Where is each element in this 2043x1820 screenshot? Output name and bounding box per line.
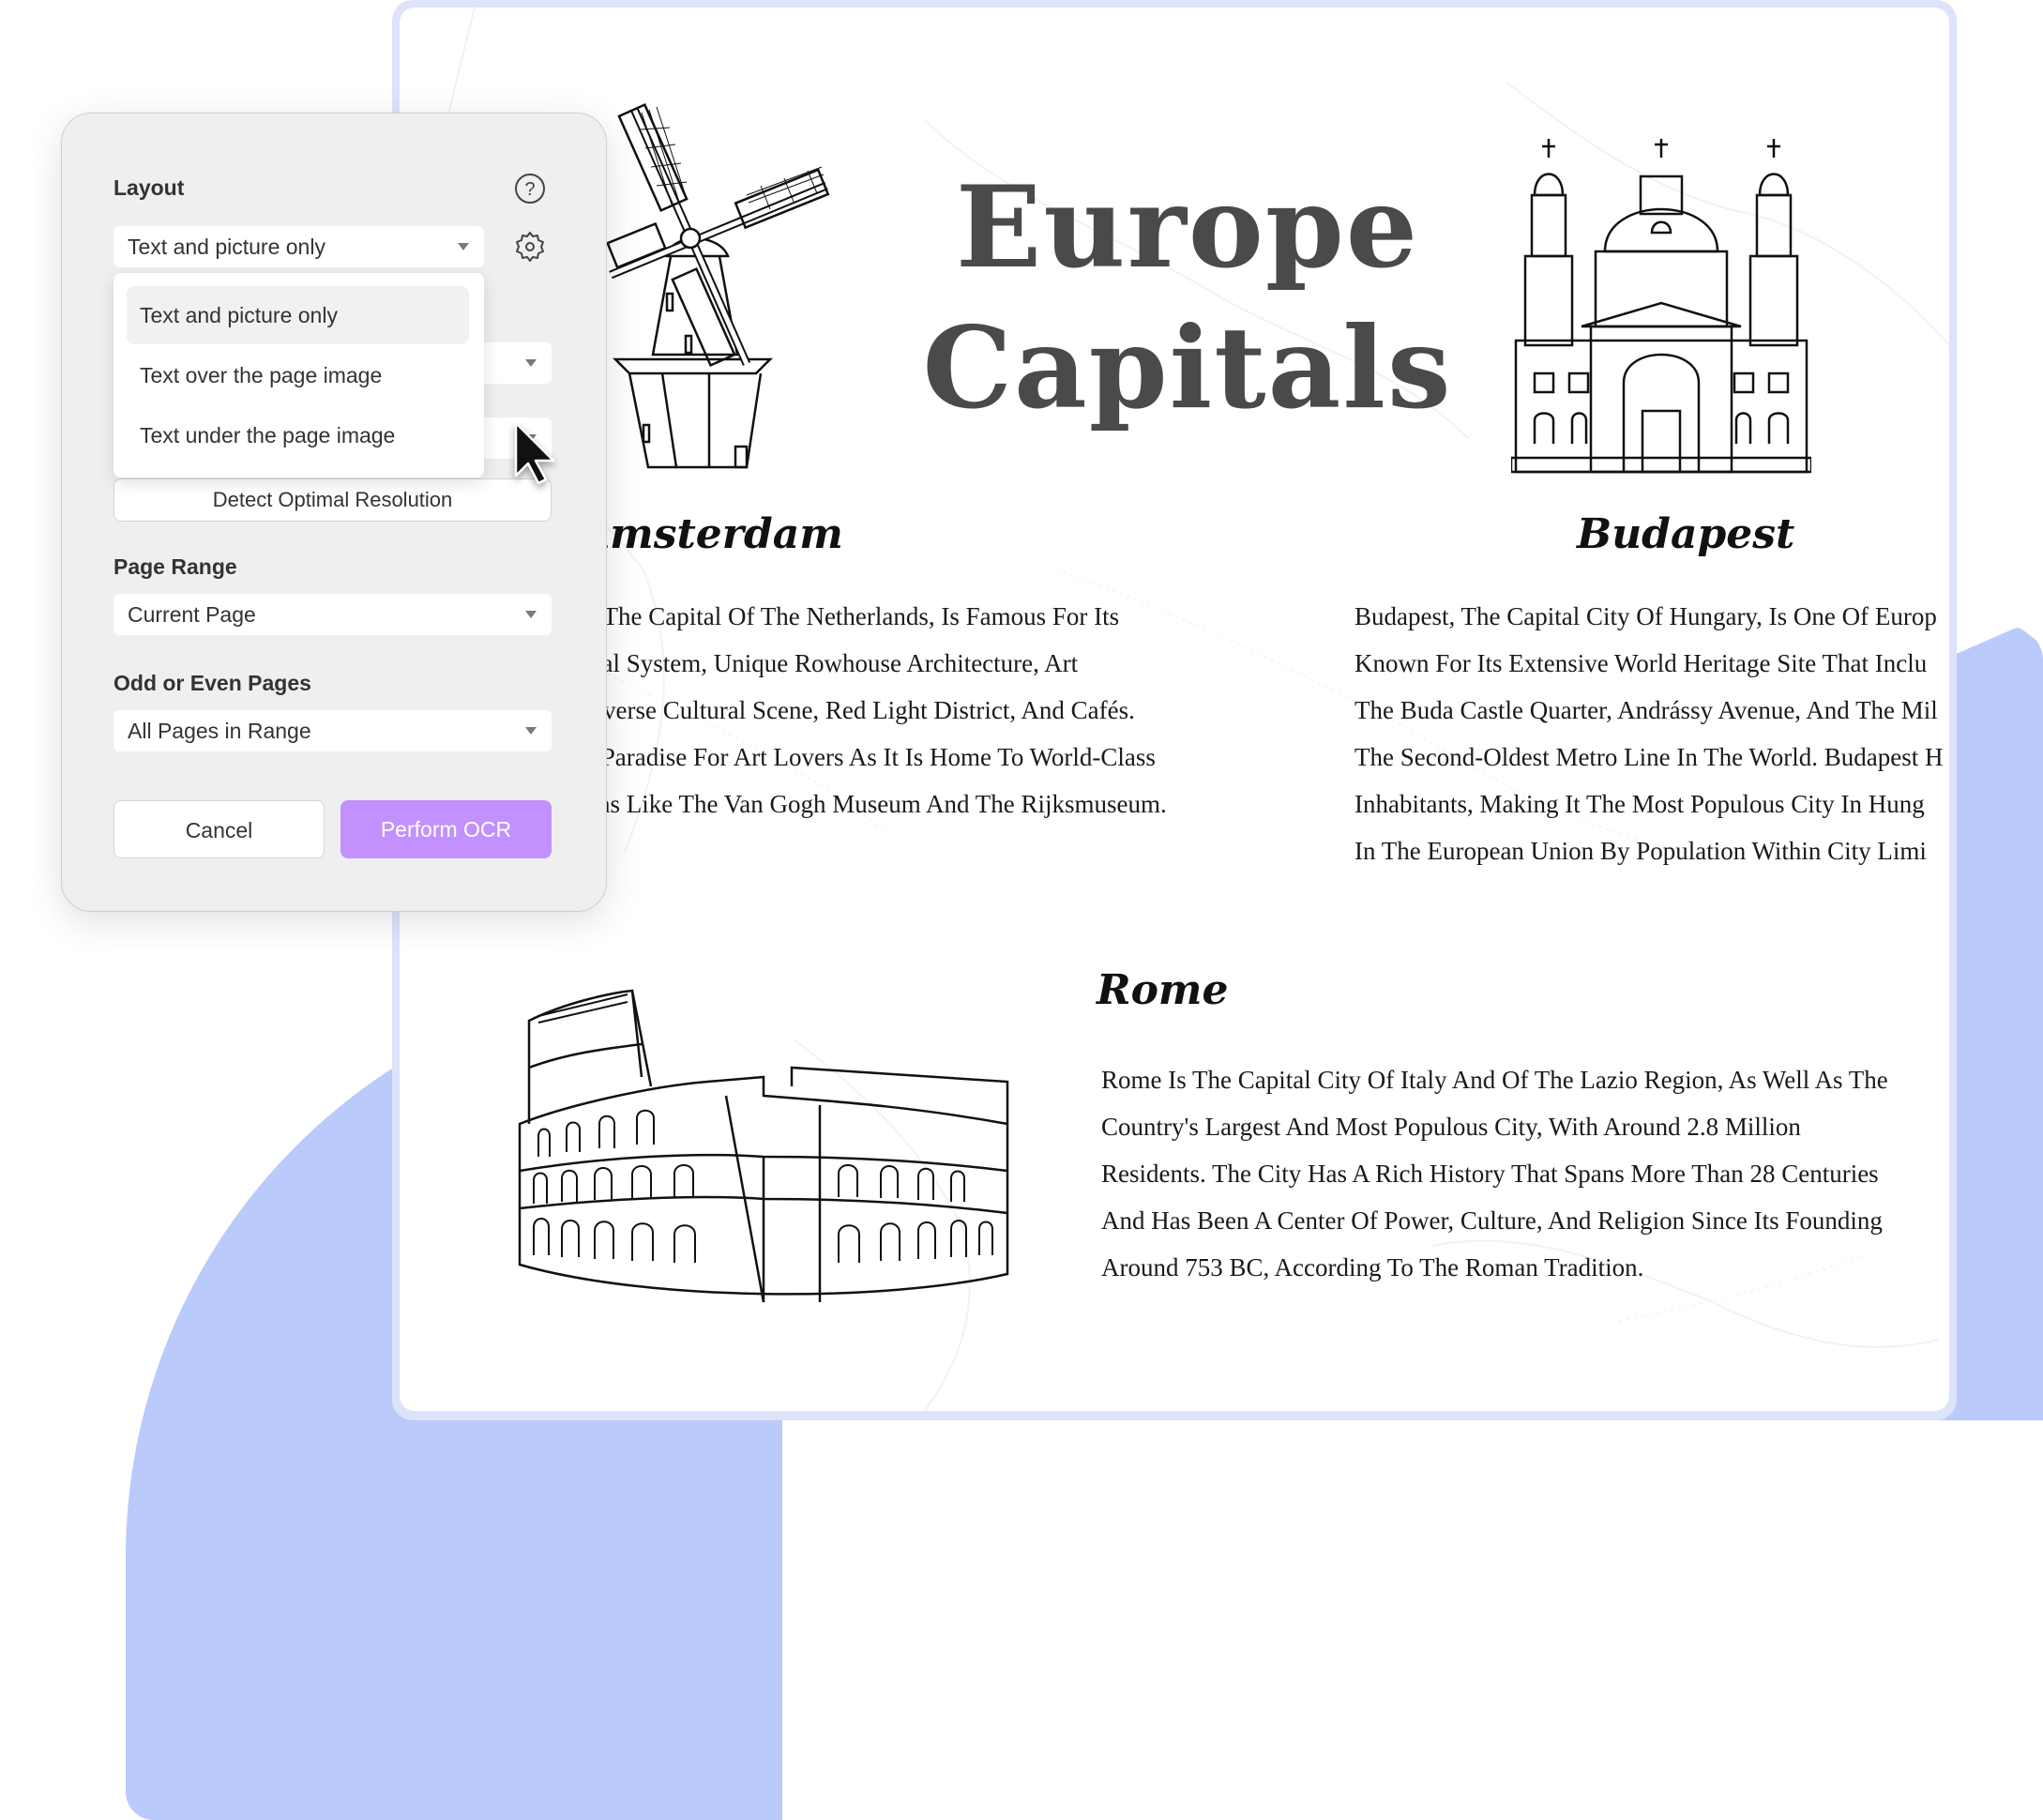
paragraph-line: anal System, Unique Rowhouse Architectur… xyxy=(578,649,1079,677)
page-range-value: Current Page xyxy=(128,602,256,627)
title-line-2: Capitals xyxy=(922,302,1453,434)
odd-even-value: All Pages in Range xyxy=(128,719,311,743)
paragraph-line: The Buda Castle Quarter, Andrássy Avenue… xyxy=(1354,696,1938,724)
paragraph-amsterdam: n, The Capital Of The Netherlands, Is Fa… xyxy=(578,593,1167,827)
windmill-illustration xyxy=(606,103,830,469)
heading-amsterdam: Amsterdam xyxy=(578,510,843,558)
paragraph-line: Residents. The City Has A Rich History T… xyxy=(1101,1160,1879,1188)
layout-select[interactable]: Text and picture only xyxy=(114,226,484,267)
basilica-illustration xyxy=(1511,139,1811,474)
chevron-down-icon xyxy=(525,727,537,735)
layout-option-text-under-image[interactable]: Text under the page image xyxy=(127,406,469,464)
page-range-label: Page Range xyxy=(114,554,237,579)
title-line-1: Europe xyxy=(955,161,1420,294)
paragraph-line: Country's Largest And Most Populous City… xyxy=(1101,1113,1801,1141)
paragraph-budapest: Budapest, The Capital City Of Hungary, I… xyxy=(1354,593,1943,874)
chevron-down-icon xyxy=(525,611,537,618)
paragraph-line: Budapest, The Capital City Of Hungary, I… xyxy=(1354,602,1937,630)
document-page: Europe Capitals Amsterdam n, The Capital… xyxy=(400,8,1949,1411)
svg-text:?: ? xyxy=(524,179,535,200)
colosseum-illustration xyxy=(518,989,1009,1303)
paragraph-line: Inhabitants, Making It The Most Populous… xyxy=(1354,790,1925,818)
odd-even-label: Odd or Even Pages xyxy=(114,671,311,695)
question-circle-icon[interactable]: ? xyxy=(513,172,547,205)
gear-icon[interactable] xyxy=(513,230,547,264)
detect-optimal-resolution-button[interactable]: Detect Optimal Resolution xyxy=(114,478,552,522)
paragraph-line: Rome Is The Capital City Of Italy And Of… xyxy=(1101,1066,1888,1094)
mouse-cursor-icon xyxy=(514,421,555,485)
chevron-down-icon xyxy=(525,359,537,367)
paragraph-line: ions Like The Van Gogh Museum And The Ri… xyxy=(578,790,1167,818)
cancel-button[interactable]: Cancel xyxy=(114,800,325,858)
heading-rome: Rome xyxy=(1097,966,1229,1014)
layout-select-value: Text and picture only xyxy=(128,235,325,259)
paragraph-line: A Paradise For Art Lovers As It Is Home … xyxy=(578,743,1156,771)
paragraph-line: Around 753 BC, According To The Roman Tr… xyxy=(1101,1253,1644,1282)
paragraph-line: n, The Capital Of The Netherlands, Is Fa… xyxy=(578,602,1120,630)
heading-budapest: Budapest xyxy=(1577,510,1795,558)
paragraph-rome: Rome Is The Capital City Of Italy And Of… xyxy=(1101,1056,1888,1291)
perform-ocr-button[interactable]: Perform OCR xyxy=(340,800,552,858)
paragraph-line: In The European Union By Population With… xyxy=(1354,837,1927,865)
paragraph-line: Known For Its Extensive World Heritage S… xyxy=(1354,649,1928,677)
document-title: Europe Capitals xyxy=(906,158,1469,439)
layout-dropdown-menu: Text and picture only Text over the page… xyxy=(114,273,484,478)
layout-option-text-over-image[interactable]: Text over the page image xyxy=(127,346,469,404)
page-range-select[interactable]: Current Page xyxy=(114,594,552,635)
chevron-down-icon xyxy=(458,243,469,250)
layout-option-text-and-picture[interactable]: Text and picture only xyxy=(127,286,469,344)
odd-even-select[interactable]: All Pages in Range xyxy=(114,710,552,751)
ocr-settings-dialog: Layout ? Text and picture only Detect Op… xyxy=(61,113,607,912)
paragraph-line: The Second-Oldest Metro Line In The Worl… xyxy=(1354,743,1944,771)
paragraph-line: And Has Been A Center Of Power, Culture,… xyxy=(1101,1206,1883,1235)
layout-label: Layout xyxy=(114,175,185,200)
paragraph-line: Diverse Cultural Scene, Red Light Distri… xyxy=(578,696,1135,724)
